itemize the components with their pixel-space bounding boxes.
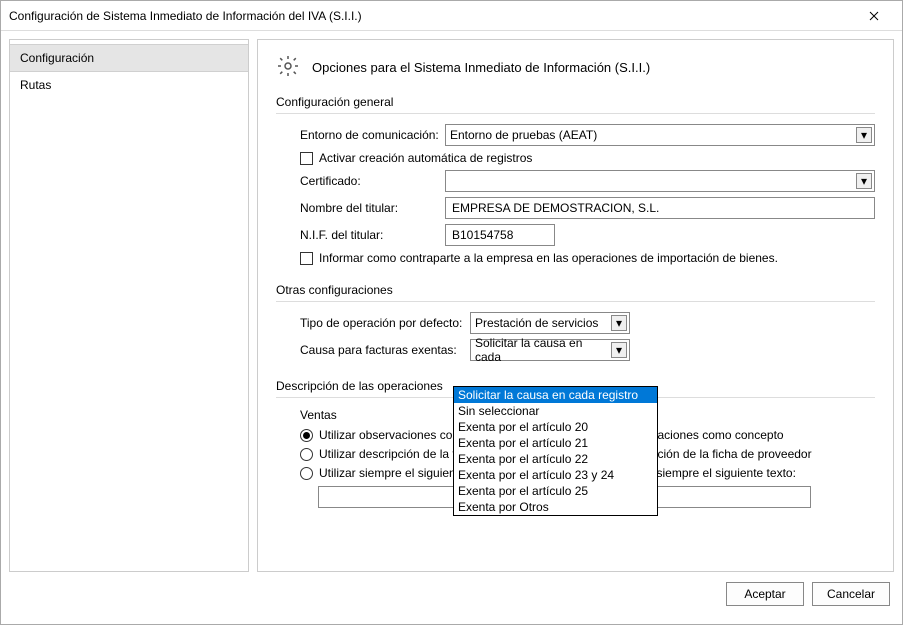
- dialog-window: Configuración de Sistema Inmediato de In…: [0, 0, 903, 625]
- chevron-down-icon: ▾: [611, 342, 627, 358]
- client-area: Configuración Rutas Opciones para el Sis…: [1, 31, 902, 624]
- section-other-title: Otras configuraciones: [276, 283, 875, 297]
- cause-option[interactable]: Exenta por el artículo 23 y 24: [454, 467, 657, 483]
- nif-value[interactable]: [450, 226, 550, 244]
- op-type-combo[interactable]: Prestación de servicios ▾: [470, 312, 630, 334]
- cause-label: Causa para facturas exentas:: [300, 343, 470, 357]
- nif-label: N.I.F. del titular:: [300, 228, 445, 242]
- holder-name-label: Nombre del titular:: [300, 201, 445, 215]
- op-type-label: Tipo de operación por defecto:: [300, 316, 470, 330]
- nif-input[interactable]: [445, 224, 555, 246]
- sidebar-item-rutas[interactable]: Rutas: [10, 72, 248, 98]
- divider: [276, 301, 875, 302]
- cause-option[interactable]: Exenta por Otros: [454, 499, 657, 515]
- purchases-opt-1-tail: ción de la ficha de proveedor: [658, 447, 812, 461]
- cause-value: Solicitar la causa en cada: [475, 336, 611, 364]
- sidebar: Configuración Rutas: [9, 39, 249, 572]
- cause-option[interactable]: Sin seleccionar: [454, 403, 657, 419]
- radio-icon: [300, 429, 313, 442]
- radio-icon: [300, 467, 313, 480]
- inform-counterpart-label: Informar como contraparte a la empresa e…: [319, 251, 778, 265]
- titlebar: Configuración de Sistema Inmediato de In…: [1, 1, 902, 31]
- panel-header: Opciones para el Sistema Inmediato de In…: [276, 54, 875, 81]
- dialog-footer: Aceptar Cancelar: [9, 572, 894, 616]
- cause-combo[interactable]: Solicitar la causa en cada ▾: [470, 339, 630, 361]
- radio-icon: [300, 448, 313, 461]
- cause-option[interactable]: Exenta por el artículo 21: [454, 435, 657, 451]
- purchases-opt-0-tail: aciones como concepto: [658, 428, 784, 442]
- section-general-title: Configuración general: [276, 95, 875, 109]
- panel-title: Opciones para el Sistema Inmediato de In…: [312, 60, 650, 75]
- env-value: Entorno de pruebas (AEAT): [450, 128, 597, 142]
- cert-combo[interactable]: ▾: [445, 170, 875, 192]
- panels: Configuración Rutas Opciones para el Sis…: [9, 39, 894, 572]
- chevron-down-icon: ▾: [611, 315, 627, 331]
- cert-label: Certificado:: [300, 174, 445, 188]
- window-title: Configuración de Sistema Inmediato de In…: [9, 9, 854, 23]
- cause-dropdown-list[interactable]: Solicitar la causa en cada registro Sin …: [453, 386, 658, 516]
- op-type-value: Prestación de servicios: [475, 316, 598, 330]
- close-icon: [869, 11, 879, 21]
- cause-option[interactable]: Exenta por el artículo 20: [454, 419, 657, 435]
- main-panel: Opciones para el Sistema Inmediato de In…: [257, 39, 894, 572]
- chevron-down-icon: ▾: [856, 127, 872, 143]
- cause-option[interactable]: Exenta por el artículo 22: [454, 451, 657, 467]
- env-combo[interactable]: Entorno de pruebas (AEAT) ▾: [445, 124, 875, 146]
- divider: [276, 113, 875, 114]
- chevron-down-icon: ▾: [856, 173, 872, 189]
- cause-option[interactable]: Exenta por el artículo 25: [454, 483, 657, 499]
- auto-create-label: Activar creación automática de registros: [319, 151, 532, 165]
- accept-button[interactable]: Aceptar: [726, 582, 804, 606]
- cancel-button[interactable]: Cancelar: [812, 582, 890, 606]
- auto-create-checkbox[interactable]: [300, 152, 313, 165]
- holder-name-input[interactable]: [445, 197, 875, 219]
- cause-option[interactable]: Solicitar la causa en cada registro: [454, 387, 657, 403]
- inform-counterpart-checkbox[interactable]: [300, 252, 313, 265]
- holder-name-value[interactable]: [450, 199, 870, 217]
- env-label: Entorno de comunicación:: [300, 128, 445, 142]
- close-button[interactable]: [854, 2, 894, 30]
- gear-icon: [276, 54, 300, 81]
- sidebar-item-configuracion[interactable]: Configuración: [10, 44, 248, 72]
